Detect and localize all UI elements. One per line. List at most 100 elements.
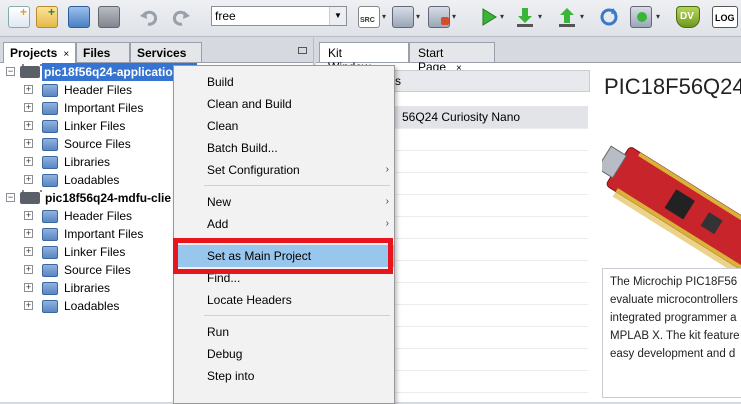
chevron-down-icon[interactable]: ▾ — [500, 12, 504, 21]
tree-item-label: Loadables — [64, 299, 120, 313]
menu-separator — [204, 315, 390, 316]
tab-services[interactable]: Services — [130, 42, 202, 62]
menu-item-label: Step into — [207, 369, 255, 383]
menu-item-label: Add — [207, 217, 229, 231]
editor-tabbar: Kit Window× Start Page× — [316, 38, 741, 74]
clean-build-icon[interactable] — [428, 6, 450, 28]
chevron-down-icon[interactable]: ▾ — [538, 12, 542, 21]
menu-item-run[interactable]: Run — [174, 321, 394, 343]
menu-item-add[interactable]: Add › — [174, 213, 394, 235]
close-icon[interactable]: × — [63, 49, 69, 60]
folder-icon — [42, 174, 58, 187]
save-all-icon[interactable] — [98, 6, 120, 28]
menu-item-batch-build[interactable]: Batch Build... — [174, 137, 394, 159]
log-icon[interactable]: LOG — [712, 6, 738, 28]
tree-item-label: Linker Files — [64, 245, 126, 259]
folder-icon — [42, 138, 58, 151]
menu-item-step-into[interactable]: Step into — [174, 365, 394, 387]
tab-projects[interactable]: Projects × — [3, 42, 77, 63]
menu-item-debug[interactable]: Debug — [174, 343, 394, 365]
collapse-icon[interactable]: − — [6, 193, 15, 202]
dv-badge: DV — [680, 11, 694, 22]
kit-list-header-text: s — [395, 74, 401, 88]
open-project-icon[interactable] — [68, 6, 90, 28]
project-context-menu: Build Clean and Build Clean Batch Build... S… — [173, 65, 395, 404]
configuration-select[interactable]: free ▼ — [211, 6, 347, 26]
tree-item-label: Header Files — [64, 209, 133, 223]
reload-icon[interactable] — [598, 6, 620, 28]
tab-label: Services — [137, 46, 187, 60]
tab-start-page[interactable]: Start Page × — [409, 42, 495, 74]
description-line: The Microchip PIC18F56 — [610, 276, 738, 288]
expand-icon[interactable]: + — [24, 103, 33, 112]
folder-icon — [42, 228, 58, 241]
menu-item-label: Debug — [207, 347, 243, 361]
debug-icon[interactable] — [630, 6, 652, 28]
tree-item-label: Important Files — [64, 101, 144, 115]
menu-item-locate-headers[interactable]: Locate Headers — [174, 289, 394, 311]
expand-icon[interactable]: + — [24, 175, 33, 184]
run-icon[interactable] — [478, 6, 500, 28]
board-image — [602, 116, 741, 286]
menu-item-label: Batch Build... — [207, 141, 278, 155]
tree-item-label: Source Files — [64, 137, 131, 151]
chevron-down-icon[interactable]: ▼ — [329, 7, 346, 25]
expand-icon[interactable]: + — [24, 265, 33, 274]
src-badge: SRC — [360, 17, 375, 24]
chevron-down-icon[interactable]: ▾ — [382, 12, 386, 21]
tree-item-label: Source Files — [64, 263, 131, 277]
expand-icon[interactable]: + — [24, 211, 33, 220]
chip-icon — [20, 64, 42, 78]
redo-icon[interactable] — [170, 6, 192, 28]
menu-item-clean[interactable]: Clean — [174, 115, 394, 137]
tab-files[interactable]: Files — [76, 42, 130, 62]
expand-icon[interactable]: + — [24, 121, 33, 130]
expand-icon[interactable]: + — [24, 85, 33, 94]
tab-kit-window[interactable]: Kit Window× — [319, 42, 409, 74]
data-visualizer-icon[interactable]: DV — [676, 6, 700, 28]
new-project-icon[interactable]: + — [36, 5, 58, 28]
expand-icon[interactable]: + — [24, 247, 33, 256]
new-file-icon[interactable]: + — [8, 5, 30, 28]
chevron-down-icon[interactable]: ▾ — [416, 12, 420, 21]
configuration-select-value: free — [215, 9, 236, 23]
menu-item-label: Run — [207, 325, 230, 339]
chevron-right-icon: › — [385, 218, 389, 229]
menu-item-label: Build — [207, 75, 234, 89]
source-icon[interactable]: SRC — [358, 6, 380, 28]
tree-item-label: Libraries — [64, 155, 111, 169]
description-line: integrated programmer a — [610, 312, 737, 324]
tree-item-label: Loadables — [64, 173, 120, 187]
folder-icon — [42, 102, 58, 115]
menu-separator — [204, 185, 390, 186]
chevron-down-icon[interactable]: ▾ — [452, 12, 456, 21]
folder-icon — [42, 282, 58, 295]
chevron-right-icon: › — [385, 164, 389, 175]
chevron-down-icon[interactable]: ▾ — [580, 12, 584, 21]
description-line: easy development and d — [610, 348, 736, 360]
menu-item-set-configuration[interactable]: Set Configuration › — [174, 159, 394, 181]
expand-icon[interactable]: + — [24, 283, 33, 292]
upload-icon[interactable] — [556, 6, 578, 28]
minimize-icon[interactable] — [298, 47, 307, 54]
folder-icon — [42, 84, 58, 97]
tree-item-label: Linker Files — [64, 119, 126, 133]
collapse-icon[interactable]: − — [6, 67, 15, 76]
expand-icon[interactable]: + — [24, 139, 33, 148]
folder-icon — [42, 246, 58, 259]
description-line: MPLAB X. The kit feature — [610, 330, 740, 342]
chevron-down-icon[interactable]: ▾ — [656, 12, 660, 21]
download-icon[interactable] — [514, 6, 536, 28]
undo-icon[interactable] — [138, 6, 160, 28]
menu-item-new[interactable]: New › — [174, 191, 394, 213]
expand-icon[interactable]: + — [24, 229, 33, 238]
expand-icon[interactable]: + — [24, 157, 33, 166]
highlight-frame — [173, 238, 393, 274]
projects-tabbar: Projects × Files Services — [0, 38, 313, 63]
menu-item-clean-and-build[interactable]: Clean and Build — [174, 93, 394, 115]
menu-item-label: New — [207, 195, 232, 209]
description-line: evaluate microcontrollers — [610, 294, 738, 306]
expand-icon[interactable]: + — [24, 301, 33, 310]
menu-item-build[interactable]: Build — [174, 71, 394, 93]
build-icon[interactable] — [392, 6, 414, 28]
